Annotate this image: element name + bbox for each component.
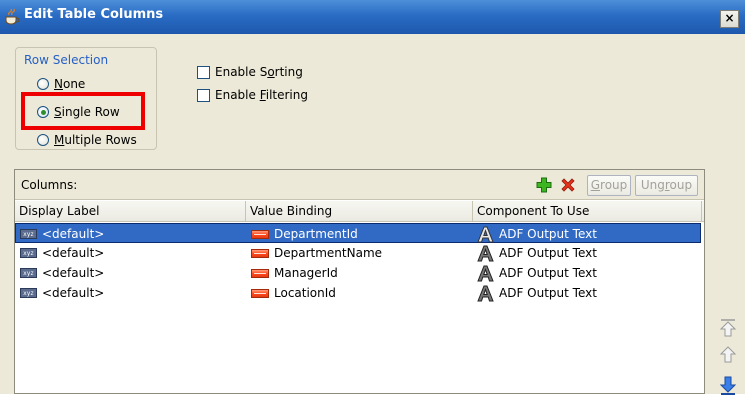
value-binding-cell: DepartmentId [251,224,358,244]
output-text-a-icon [477,265,494,281]
green-plus-icon[interactable] [536,177,552,193]
columns-panel: Columns: Group Ungroup Display Label Val… [14,169,705,394]
display-label-cell: xyz <default> [20,224,104,244]
xyz-icon: xyz [20,248,37,258]
enable-sorting-checkbox[interactable]: Enable Sorting [197,65,303,79]
red-x-icon[interactable] [560,177,576,193]
attribute-icon [251,268,269,278]
table-row[interactable]: xyz <default> DepartmentId ADF Output Tex… [15,223,701,243]
close-button[interactable]: × [720,10,739,28]
xyz-icon: xyz [20,288,37,298]
output-text-a-icon [477,285,494,301]
radio-none-circle[interactable] [37,78,49,90]
move-up-icon[interactable] [719,345,737,365]
value-binding-cell: DepartmentName [251,243,382,263]
display-label-cell: xyz <default> [20,243,104,263]
coffee-cup-icon [5,8,20,25]
radio-multiple-rows[interactable]: Multiple Rows [37,131,137,149]
display-label-cell: xyz <default> [20,263,104,283]
enable-filtering-checkbox[interactable]: Enable Filtering [197,88,308,102]
grid-header: Display Label Value Binding Component To… [15,201,704,222]
window-title: Edit Table Columns [24,7,164,22]
table-row[interactable]: xyz <default> ManagerId ADF Output Text [15,263,701,283]
highlight-box [21,92,145,130]
xyz-icon: xyz [20,268,37,278]
xyz-icon: xyz [20,229,37,239]
enable-filtering-label: Enable Filtering [215,88,308,102]
column-header-display-label[interactable]: Display Label [15,201,245,221]
radio-multiple-rows-circle[interactable] [37,134,49,146]
component-cell: ADF Output Text [477,224,597,244]
column-header-component[interactable]: Component To Use [473,201,701,221]
radio-none-label: None [54,77,86,91]
move-top-icon[interactable] [719,318,737,338]
radio-multiple-rows-label: Multiple Rows [54,133,137,147]
title-bar: Edit Table Columns × [0,0,745,34]
display-label-cell: xyz <default> [20,283,104,303]
radio-none[interactable]: None [37,75,85,93]
attribute-icon [251,248,269,258]
output-text-a-icon [477,245,494,261]
attribute-icon [251,229,269,239]
value-binding-cell: ManagerId [251,263,338,283]
table-row[interactable]: xyz <default> DepartmentName ADF Output T… [15,243,701,263]
ungroup-button[interactable]: Ungroup [635,175,698,196]
value-binding-cell: LocationId [251,283,336,303]
component-cell: ADF Output Text [477,283,597,303]
component-cell: ADF Output Text [477,263,597,283]
enable-sorting-box[interactable] [197,65,210,79]
attribute-icon [251,288,269,298]
column-header-value-binding[interactable]: Value Binding [246,201,472,221]
output-text-a-icon [477,226,494,242]
move-down-icon[interactable] [719,376,737,396]
row-selection-legend: Row Selection [21,53,112,67]
columns-toolbar: Columns: Group Ungroup [15,170,704,200]
table-row[interactable]: xyz <default> LocationId ADF Output Text [15,283,701,303]
component-cell: ADF Output Text [477,243,597,263]
columns-label: Columns: [21,178,78,192]
group-button[interactable]: Group [587,175,631,196]
enable-filtering-box[interactable] [197,88,210,102]
enable-sorting-label: Enable Sorting [215,65,303,79]
column-divider [701,201,702,221]
